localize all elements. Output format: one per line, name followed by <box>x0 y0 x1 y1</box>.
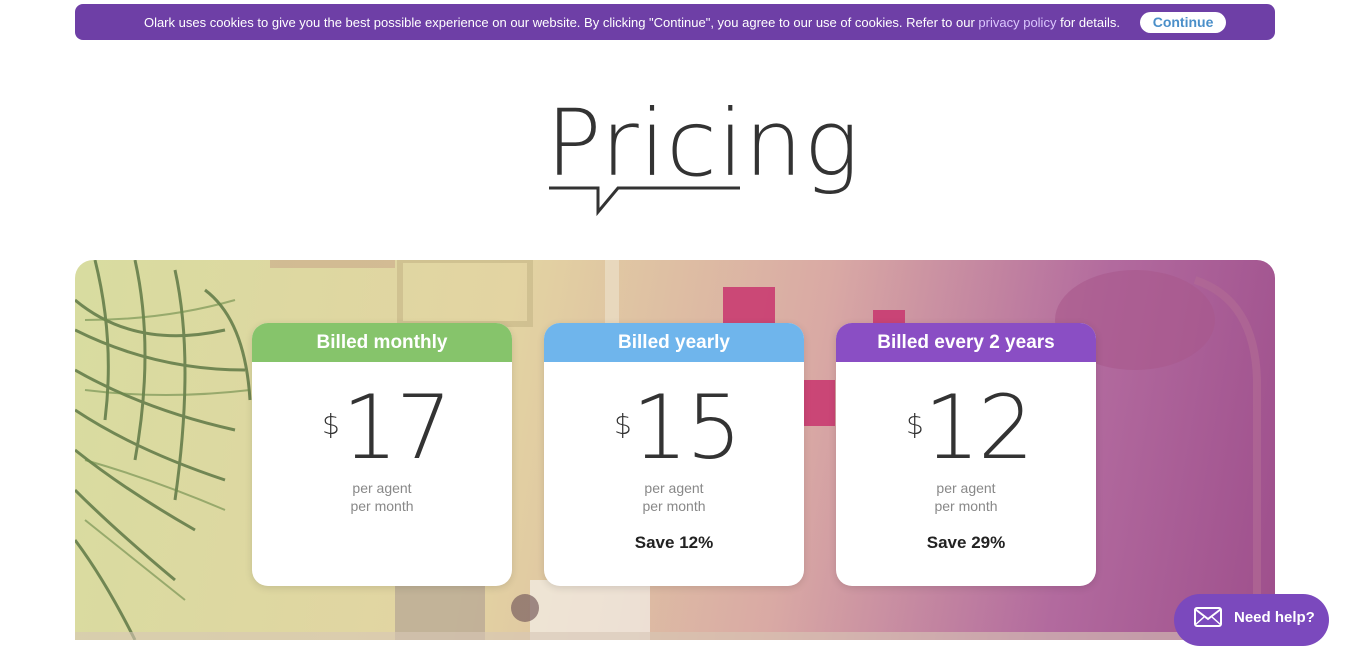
cookie-text-before: Olark uses cookies to give you the best … <box>143 14 979 30</box>
plan-card-monthly: Billed monthly $ 17 per agent per month <box>252 323 512 586</box>
price-unit: per agent per month <box>836 479 1096 515</box>
per-agent-label: per agent <box>644 480 704 496</box>
plan-header: Billed every 2 years <box>836 323 1096 362</box>
currency-symbol: $ <box>322 408 340 441</box>
privacy-policy-link[interactable]: privacy policy <box>978 15 1056 30</box>
per-month-label: per month <box>350 498 414 514</box>
speech-bubble-underline-icon <box>549 186 740 217</box>
need-help-label: Need help? <box>1234 608 1315 626</box>
price-amount: 17 <box>342 376 452 479</box>
savings-label: Save 29% <box>926 533 1006 552</box>
plan-header: Billed yearly <box>544 323 804 362</box>
plan-card-yearly: Billed yearly $ 15 per agent per month S… <box>544 323 804 586</box>
page-heading: Pricing <box>540 92 859 222</box>
plan-price: $ 17 <box>252 376 512 479</box>
currency-symbol: $ <box>906 408 924 441</box>
savings-label: Save 12% <box>634 533 714 552</box>
price-amount: 15 <box>632 376 742 479</box>
cookie-message: Olark uses cookies to give you the best … <box>144 15 1120 30</box>
plan-header: Billed monthly <box>252 323 512 362</box>
currency-symbol: $ <box>614 408 632 441</box>
per-month-label: per month <box>934 498 998 514</box>
cookie-banner: Olark uses cookies to give you the best … <box>75 4 1275 40</box>
price-unit: per agent per month <box>544 479 804 515</box>
per-agent-label: per agent <box>936 480 996 496</box>
plan-card-two-year: Billed every 2 years $ 12 per agent per … <box>836 323 1096 586</box>
plan-price: $ 12 <box>836 376 1096 479</box>
cookie-text-after: for details. <box>1056 14 1121 30</box>
envelope-icon <box>1194 607 1222 627</box>
plan-price: $ 15 <box>544 376 804 479</box>
price-unit: per agent per month <box>252 479 512 515</box>
price-amount: 12 <box>924 376 1034 479</box>
per-agent-label: per agent <box>352 480 412 496</box>
pricing-hero: Billed monthly $ 17 per agent per month … <box>75 260 1275 640</box>
per-month-label: per month <box>642 498 706 514</box>
continue-button[interactable]: Continue <box>1140 11 1227 33</box>
need-help-button[interactable]: Need help? <box>1174 594 1329 646</box>
